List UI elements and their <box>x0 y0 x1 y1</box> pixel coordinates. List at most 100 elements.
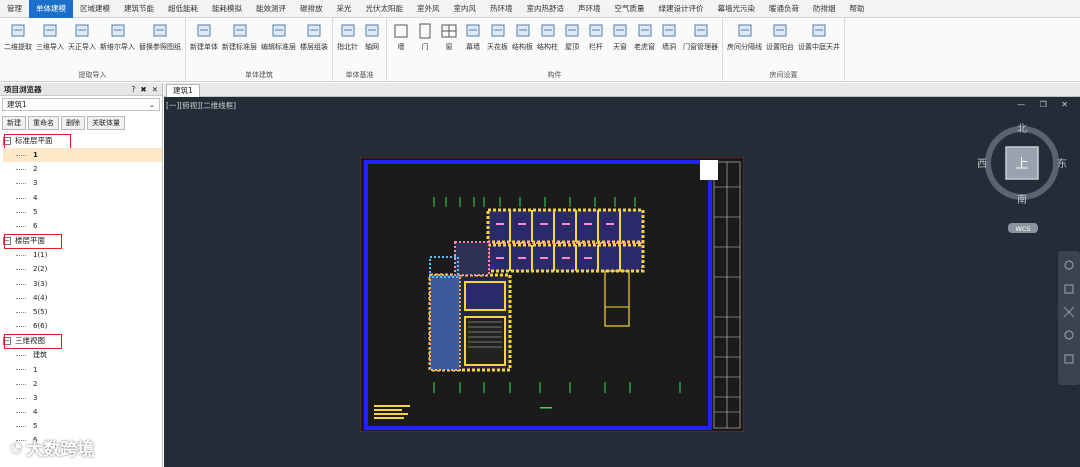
tree-item[interactable]: 2 <box>3 377 162 391</box>
menu-item-0[interactable]: 管理 <box>0 0 29 18</box>
navigation-bar[interactable] <box>1058 251 1080 385</box>
menu-item-15[interactable]: 空气质量 <box>608 0 652 18</box>
menu-item-2[interactable]: 区域建模 <box>73 0 117 18</box>
tree-item[interactable]: 3 <box>3 391 162 405</box>
help-icon[interactable]: ? <box>131 85 135 94</box>
tree-item[interactable]: 5(5) <box>3 305 162 319</box>
tree-item[interactable]: 2(2) <box>3 262 162 276</box>
tree-item-label: 3(3) <box>33 279 48 288</box>
door-icon <box>419 23 431 39</box>
tree-item-label: 1 <box>33 365 38 374</box>
menu-item-17[interactable]: 幕墙光污染 <box>711 0 763 18</box>
tree-group[interactable]: − 三维视图 <box>3 333 162 350</box>
railing-icon <box>589 24 603 37</box>
ribbon-button-label: 指北针 <box>337 43 358 51</box>
viewcube-north[interactable]: 北 <box>1017 123 1027 135</box>
view-caption[interactable]: [一][俯视][二维线框] <box>166 100 236 111</box>
ribbon-button-label: 屋顶 <box>565 43 579 51</box>
menu-item-18[interactable]: 暖通负荷 <box>762 0 806 18</box>
panel-title: 项目浏览器 <box>4 84 42 94</box>
ribbon-group-label: 构件 <box>547 71 562 79</box>
ribbon-group-label: 单体建筑 <box>245 71 273 79</box>
steering-wheel-icon <box>1064 260 1074 270</box>
ribbon-button-label: 新建单体 <box>190 43 218 51</box>
close-icon[interactable]: ✕ <box>152 85 158 94</box>
panel-buttons: 新建 重命名 删除 关联体量 <box>0 113 162 133</box>
tree-item-label: 5 <box>33 422 38 431</box>
viewport-window-controls[interactable]: — ❐ ✕ <box>1017 100 1074 109</box>
ribbon-group-1: 新建单体 新建标准层 编辑标准层 楼层组装 单体建筑 <box>186 18 333 82</box>
watermark: ◔ 大数跨境 <box>10 435 94 461</box>
menu-item-20[interactable]: 帮助 <box>843 0 872 18</box>
tree-item[interactable]: 3 <box>3 176 162 190</box>
drawing-viewport[interactable]: [一][俯视][二维线框] — ❐ ✕ 上 北 南 东 西 WCS <box>164 97 1080 467</box>
menu-item-12[interactable]: 热环境 <box>483 0 520 18</box>
annotation-highlight-box <box>4 134 71 149</box>
project-tree: − 标准层平面 1 2 3 4 5 6 − 楼层平面 1(1) 2(2) 3(3) 4(4) 5(5) 6(6… <box>0 133 162 448</box>
tree-item[interactable]: 4 <box>3 191 162 205</box>
menu-item-14[interactable]: 声环境 <box>571 0 608 18</box>
ribbon-button-label: 轴网 <box>365 43 379 51</box>
drawing-sheet <box>360 157 744 432</box>
tree-item[interactable]: 1 <box>3 148 162 163</box>
menu-item-16[interactable]: 绿建设计评价 <box>652 0 711 18</box>
viewcube-south[interactable]: 南 <box>1017 193 1027 206</box>
tree-item[interactable]: 6(6) <box>3 319 162 333</box>
menu-item-9[interactable]: 光伏太阳能 <box>359 0 411 18</box>
ribbon-button-label: 墙洞 <box>662 43 676 51</box>
ribbon-button-label: 门 <box>421 43 429 51</box>
annotation-highlight-box <box>4 234 62 250</box>
menu-item-5[interactable]: 能耗模拟 <box>205 0 249 18</box>
tab-building1[interactable]: 建筑1 <box>166 84 200 97</box>
pin-icon[interactable]: ✖ <box>140 85 146 94</box>
new-button[interactable]: 新建 <box>2 116 26 130</box>
viewcube-top-face[interactable]: 上 <box>1015 157 1028 172</box>
menu-item-11[interactable]: 室内风 <box>447 0 484 18</box>
menu-item-8[interactable]: 采光 <box>330 0 359 18</box>
tangent-import-icon <box>75 24 89 37</box>
ribbon-button-label: 窗 <box>445 43 453 51</box>
menu-item-6[interactable]: 能效测评 <box>249 0 293 18</box>
tree-item[interactable]: 6 <box>3 219 162 233</box>
tree-item[interactable]: 5 <box>3 205 162 219</box>
delete-button[interactable]: 删除 <box>61 116 85 130</box>
view-cube[interactable]: 上 北 南 东 西 WCS <box>968 123 1068 243</box>
rename-button[interactable]: 重命名 <box>28 116 59 130</box>
menu-item-1[interactable]: 单体建模 <box>29 0 73 18</box>
ribbon-button-label: 楼层组装 <box>300 43 328 51</box>
extract-2d-icon <box>11 24 25 37</box>
menu-item-10[interactable]: 室外风 <box>410 0 447 18</box>
ribbon-button-label: 新建标准层 <box>222 43 257 51</box>
building-dropdown[interactable]: 建筑1 ⌄ <box>2 98 160 111</box>
tree-item[interactable]: 2 <box>3 162 162 176</box>
ceiling-icon <box>491 24 504 37</box>
menu-item-4[interactable]: 超低能耗 <box>161 0 205 18</box>
viewcube-east[interactable]: 东 <box>1057 157 1067 170</box>
tree-item[interactable]: 1(1) <box>3 248 162 262</box>
tree-item-label: 5 <box>33 207 38 216</box>
tree-item-label: 1(1) <box>33 251 48 260</box>
tree-item-label: 3 <box>33 393 38 402</box>
viewcube-west[interactable]: 西 <box>977 159 987 170</box>
wcs-label[interactable]: WCS <box>1015 225 1030 233</box>
tree-item-label: 2 <box>33 379 38 388</box>
panel-title-bar: 项目浏览器 ? ✖ ✕ <box>0 83 162 96</box>
menu-item-7[interactable]: 碳排放 <box>293 0 330 18</box>
menu-item-13[interactable]: 室内热舒适 <box>520 0 572 18</box>
tree-item[interactable]: 5 <box>3 419 162 433</box>
menu-item-19[interactable]: 防排烟 <box>806 0 843 18</box>
ribbon-button-label: 天窗 <box>613 43 627 51</box>
menu-item-3[interactable]: 建筑节能 <box>117 0 161 18</box>
tree-item[interactable]: 建筑 <box>3 348 162 362</box>
tree-item[interactable]: 3(3) <box>3 277 162 291</box>
tree-group[interactable]: − 楼层平面 <box>3 233 162 250</box>
replace-drawing-icon <box>153 24 167 37</box>
tree-item[interactable]: 4(4) <box>3 291 162 305</box>
tree-item[interactable]: 1 <box>3 362 162 376</box>
ribbon-button-label: 结构板 <box>512 43 533 51</box>
link-mass-button[interactable]: 关联体量 <box>87 116 125 130</box>
tree-group[interactable]: − 标准层平面 <box>3 133 162 149</box>
ribbon-button-label: 二维提取 <box>4 43 32 51</box>
tree-item[interactable]: 4 <box>3 405 162 419</box>
ribbon-group-label: 提取导入 <box>78 71 107 79</box>
